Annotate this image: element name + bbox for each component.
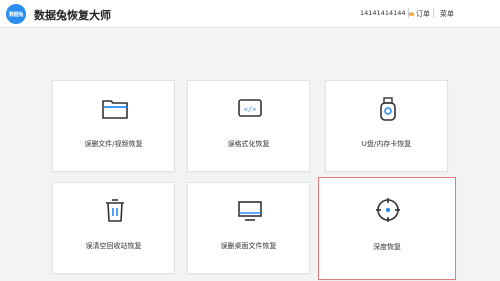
header-divider — [433, 8, 434, 18]
card-label: 误删文件/视频恢复 — [84, 140, 143, 148]
card-usb-memory-card-recovery[interactable]: U盘/内存卡恢复 — [325, 80, 448, 172]
card-label: 误删桌面文件恢复 — [220, 242, 277, 250]
menu-button[interactable]: 菜单 — [440, 9, 454, 19]
card-desktop-files-recovery[interactable]: 误删桌面文件恢复 — [187, 182, 310, 274]
header-divider — [408, 8, 409, 18]
main-content: 误删文件/视频恢复 </> 误格式化恢复 U盘/内存卡恢复 误清空回收站恢复 误… — [0, 29, 500, 281]
card-recycle-bin-recovery[interactable]: 误清空回收站恢复 — [52, 182, 175, 274]
card-deep-recovery[interactable]: 深度恢复 — [318, 177, 456, 280]
code-window-icon: </> — [236, 95, 264, 123]
account-info[interactable]: 14141414144 — [360, 9, 415, 17]
svg-text:</>: </> — [244, 106, 257, 114]
monitor-icon — [236, 197, 264, 225]
folder-icon — [101, 95, 129, 123]
account-number: 14141414144 — [360, 9, 406, 17]
order-button[interactable]: 订单 — [416, 9, 430, 19]
app-logo-text: 数据兔 — [8, 11, 24, 18]
card-format-recovery[interactable]: </> 误格式化恢复 — [187, 80, 310, 172]
usb-drive-icon — [374, 95, 402, 123]
card-deleted-files-recovery[interactable]: 误删文件/视频恢复 — [52, 80, 175, 172]
card-label: 误格式化恢复 — [227, 140, 270, 148]
card-label: 深度恢复 — [373, 243, 401, 251]
app-logo: 数据兔 — [6, 4, 26, 24]
card-label: 误清空回收站恢复 — [85, 242, 142, 250]
trash-icon — [101, 197, 129, 225]
app-title: 数据兔恢复大师 — [34, 9, 111, 22]
card-label: U盘/内存卡恢复 — [361, 140, 412, 148]
target-icon — [374, 196, 402, 224]
title-bar: 数据兔 数据兔恢复大师 14141414144 订单 菜单 — [0, 0, 500, 28]
